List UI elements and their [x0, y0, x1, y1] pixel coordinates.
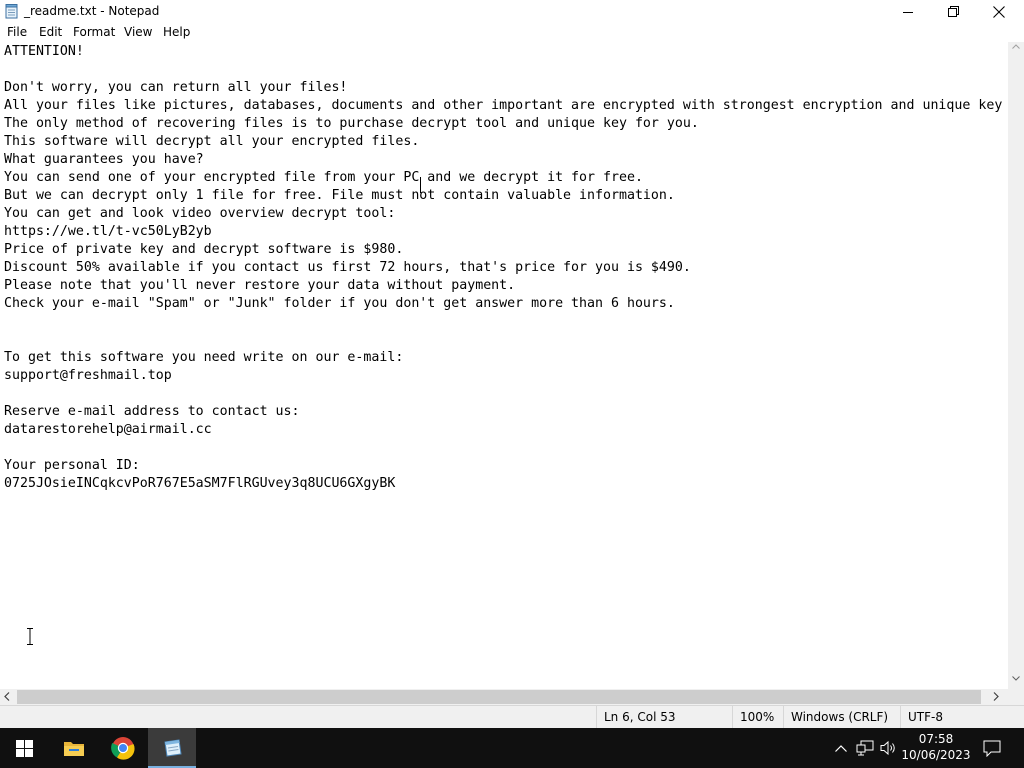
- minimize-icon: [903, 11, 913, 13]
- text-line: To get this software you need write on o…: [4, 350, 404, 365]
- menu-edit[interactable]: Edit: [39, 25, 62, 39]
- chrome-icon: [111, 737, 135, 760]
- maximize-button[interactable]: [930, 0, 976, 23]
- menu-view[interactable]: View: [124, 25, 152, 39]
- status-cursor-position: Ln 6, Col 53: [596, 706, 732, 728]
- text-line: datarestorehelp@airmail.cc: [4, 422, 212, 437]
- start-icon: [15, 739, 33, 757]
- scroll-left-icon[interactable]: [4, 692, 10, 701]
- menu-format[interactable]: Format: [73, 25, 115, 39]
- text-line: All your files like pictures, databases,…: [4, 98, 1003, 113]
- taskbar-clock[interactable]: 07:58 10/06/2023: [900, 731, 972, 763]
- notifications-icon: [983, 740, 1001, 757]
- clock-time: 07:58: [918, 732, 954, 746]
- scroll-right-icon[interactable]: [993, 692, 999, 701]
- status-encoding: UTF-8: [900, 706, 1024, 728]
- menu-help[interactable]: Help: [163, 25, 190, 39]
- text-line: This software will decrypt all your encr…: [4, 134, 420, 149]
- text-line: You can get and look video overview decr…: [4, 206, 396, 221]
- horizontal-scrollbar[interactable]: [0, 689, 1008, 705]
- ibeam-cursor-icon: [27, 628, 33, 645]
- taskbar-notepad[interactable]: [148, 728, 196, 768]
- close-icon: [993, 5, 1005, 18]
- volume-icon: [880, 740, 895, 756]
- scroll-up-icon[interactable]: [1012, 44, 1020, 49]
- document-text[interactable]: ATTENTION! Don't worry, you can return a…: [4, 43, 1002, 493]
- text-line: Reserve e-mail address to contact us:: [4, 404, 300, 419]
- taskbar-chrome[interactable]: [99, 728, 147, 768]
- text-line: But we can decrypt only 1 file for free.…: [4, 188, 675, 203]
- text-line: 0725JOsieINCqkcvPoR767E5aSM7FlRGUvey3q8U…: [4, 476, 396, 491]
- text-line: Price of private key and decrypt softwar…: [4, 242, 404, 257]
- file-explorer-icon: [64, 742, 84, 756]
- text-line: You can send one of your encrypted file …: [4, 170, 643, 185]
- start-button[interactable]: [0, 728, 48, 768]
- menu-bar: File Edit Format View Help: [0, 23, 1024, 42]
- text-line: ATTENTION!: [4, 44, 84, 59]
- text-line: https://we.tl/t-vc50LyB2yb: [4, 224, 212, 239]
- vertical-scrollbar[interactable]: [1008, 42, 1024, 689]
- notepad-icon: [5, 4, 18, 19]
- action-center-button[interactable]: [980, 728, 1004, 768]
- text-line: Discount 50% available if you contact us…: [4, 260, 691, 275]
- text-caret: [420, 177, 421, 193]
- taskbar-file-explorer[interactable]: [50, 728, 98, 768]
- network-button[interactable]: [854, 728, 876, 768]
- title-bar[interactable]: _readme.txt - Notepad: [0, 0, 1024, 23]
- minimize-button[interactable]: [885, 0, 931, 23]
- text-line: The only method of recovering files is t…: [4, 116, 699, 131]
- window-title: _readme.txt - Notepad: [24, 4, 160, 18]
- taskbar: 07:58 10/06/2023: [0, 728, 1024, 768]
- menu-file[interactable]: File: [7, 25, 27, 39]
- text-line: Your personal ID:: [4, 458, 140, 473]
- text-line: Don't worry, you can return all your fil…: [4, 80, 348, 95]
- network-icon: [856, 740, 874, 756]
- scrollbar-corner: [1008, 689, 1024, 705]
- text-line: support@freshmail.top: [4, 368, 172, 383]
- text-line: Check your e-mail "Spam" or "Junk" folde…: [4, 296, 675, 311]
- volume-button[interactable]: [878, 728, 900, 768]
- text-editor[interactable]: ATTENTION! Don't worry, you can return a…: [0, 42, 1008, 689]
- notepad-icon: [164, 739, 182, 757]
- scroll-down-icon[interactable]: [1012, 676, 1020, 681]
- restore-icon: [947, 6, 959, 17]
- text-line: Please note that you'll never restore yo…: [4, 278, 516, 293]
- text-line: What guarantees you have?: [4, 152, 204, 167]
- close-button[interactable]: [976, 0, 1022, 23]
- show-hidden-icons-button[interactable]: [832, 728, 850, 768]
- status-bar: Ln 6, Col 53 100% Windows (CRLF) UTF-8: [0, 705, 1024, 728]
- status-zoom: 100%: [732, 706, 783, 728]
- status-line-ending: Windows (CRLF): [783, 706, 900, 728]
- horizontal-scroll-thumb[interactable]: [17, 690, 981, 704]
- chevron-up-icon: [835, 744, 847, 752]
- clock-date: 10/06/2023: [901, 748, 971, 762]
